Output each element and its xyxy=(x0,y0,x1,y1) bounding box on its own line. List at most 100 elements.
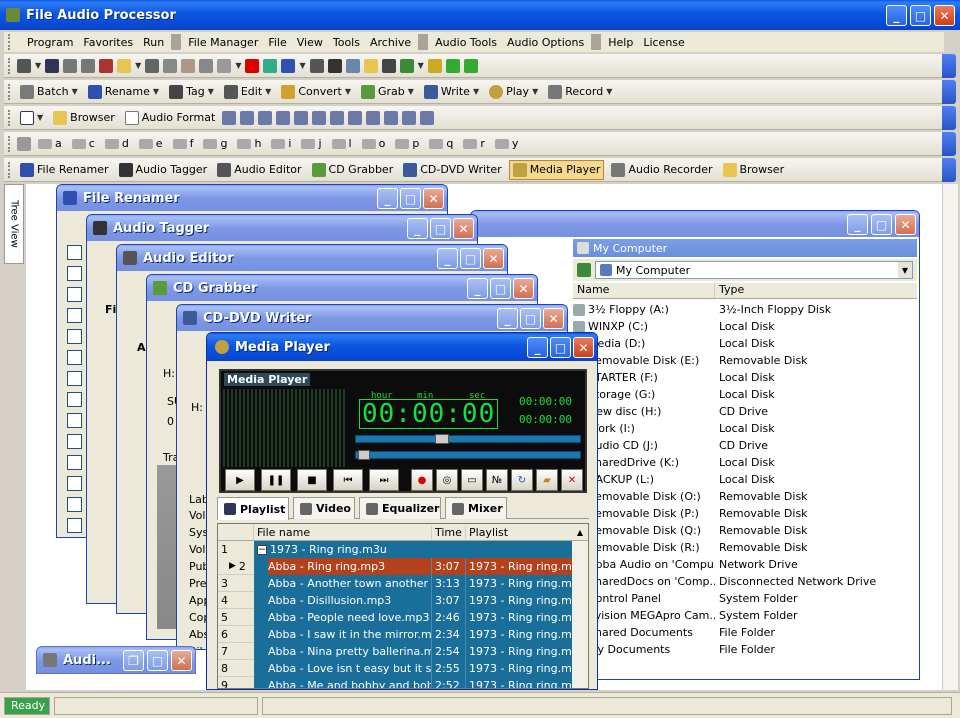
minimize-button[interactable]: _ xyxy=(467,278,488,299)
module-browser-button[interactable]: Browser xyxy=(720,162,788,177)
drive-i-button[interactable]: i xyxy=(268,137,294,150)
tree-icon[interactable] xyxy=(63,58,78,73)
tree-view-tab[interactable]: Tree View xyxy=(4,184,24,264)
playlist-row[interactable]: 3 Abba - Another town another tra...3:131… xyxy=(218,575,588,592)
minimize-button[interactable]: _ xyxy=(886,5,907,26)
volume-thumb[interactable] xyxy=(358,450,370,460)
minimized-window[interactable]: Audi... ❐ □ ✕ xyxy=(36,646,196,674)
cd-icon[interactable]: ◎ xyxy=(436,469,458,491)
renamer-checkbox[interactable] xyxy=(67,308,82,323)
minimize-button[interactable]: _ xyxy=(527,337,548,358)
file-list-item[interactable]: Removable Disk (R:) Removable Disk xyxy=(573,539,917,556)
paste-icon[interactable] xyxy=(181,58,196,73)
folder-view-icon[interactable] xyxy=(363,58,378,73)
menu-item-view[interactable]: View xyxy=(292,36,328,49)
stop-button[interactable]: ■ xyxy=(297,469,327,491)
playlist-scrollbar[interactable] xyxy=(572,541,588,688)
close-button[interactable]: ✕ xyxy=(543,308,564,329)
dots-icon[interactable] xyxy=(99,58,114,73)
shapes-icon[interactable] xyxy=(294,110,309,125)
properties-icon[interactable] xyxy=(217,58,232,73)
batch-button[interactable]: Batch ▼ xyxy=(17,84,81,99)
computer-icon[interactable] xyxy=(17,58,31,73)
maximize-button[interactable]: □ xyxy=(400,188,421,209)
menu-item-run[interactable]: Run xyxy=(138,36,169,49)
copy-icon[interactable] xyxy=(348,110,363,125)
module-file-renamer-button[interactable]: File Renamer xyxy=(17,162,112,177)
renamer-checkbox[interactable] xyxy=(67,287,82,302)
chevron-down-icon[interactable]: ▼ xyxy=(408,87,414,96)
renamer-checkbox[interactable] xyxy=(67,392,82,407)
toolbar-chevron[interactable] xyxy=(942,80,956,104)
binoculars-icon[interactable] xyxy=(327,58,342,73)
playlist-row[interactable]: ▶ 2 Abba - Ring ring.mp3 3:07 1973 - Ring ri… xyxy=(218,558,588,575)
drive-o-button[interactable]: o xyxy=(359,137,389,150)
browser-button[interactable]: Browser xyxy=(50,110,118,125)
maximize-button[interactable]: □ xyxy=(550,337,571,358)
open-folder-icon[interactable]: ▰ xyxy=(536,469,558,491)
chevron-down-icon[interactable]: ▼ xyxy=(265,87,271,96)
file-list-item[interactable]: Work (I:) Local Disk xyxy=(573,420,917,437)
menu-item-help[interactable]: Help xyxy=(603,36,638,49)
play-button[interactable]: ▶ xyxy=(225,469,255,491)
zip-icon[interactable] xyxy=(399,58,414,73)
drive-j-button[interactable]: j xyxy=(298,137,324,150)
menu-item-favorites[interactable]: Favorites xyxy=(78,36,138,49)
playlist-row[interactable]: 4 Abba - Disillusion.mp3 3:07 1973 - Ring r… xyxy=(218,592,588,609)
delete-icon[interactable] xyxy=(245,58,260,73)
minimize-button[interactable]: _ xyxy=(407,218,428,239)
file-list-item[interactable]: SharedDrive (K:) Local Disk xyxy=(573,454,917,471)
renamer-checkbox[interactable] xyxy=(67,266,82,281)
drive-g-button[interactable]: g xyxy=(200,137,230,150)
tab-equalizer[interactable]: Equalizer xyxy=(359,497,441,519)
drive-a-button[interactable]: a xyxy=(35,137,65,150)
find-icon[interactable] xyxy=(381,58,396,73)
drive-e-button[interactable]: e xyxy=(136,137,166,150)
tab-video[interactable]: Video xyxy=(293,497,355,519)
book-icon[interactable]: ▭ xyxy=(461,469,483,491)
file-list-item[interactable]: BACKUP (L:) Local Disk xyxy=(573,471,917,488)
wave-icon[interactable] xyxy=(276,110,291,125)
save-icon[interactable] xyxy=(45,58,60,73)
toolbar-chevron[interactable] xyxy=(942,158,956,182)
file-list-item[interactable]: Abba Audio on 'Compu... Network Drive xyxy=(573,556,917,573)
volume-bar[interactable] xyxy=(355,450,581,460)
renamer-checkbox[interactable] xyxy=(67,518,82,533)
file-list-item[interactable]: Media (D:) Local Disk xyxy=(573,335,917,352)
maximize-button[interactable]: □ xyxy=(490,278,511,299)
module-media-player-button[interactable]: Media Player xyxy=(508,159,605,180)
renamer-checkbox[interactable] xyxy=(67,350,82,365)
chevron-down-icon[interactable]: ▼ xyxy=(473,87,479,96)
playlist-row[interactable]: 9 Abba - Me and bobby and bobb...2:521973… xyxy=(218,677,588,688)
file-list-item[interactable]: Tvision MEGApro Cam... System Folder xyxy=(573,607,917,624)
module-audio-editor-button[interactable]: Audio Editor xyxy=(214,162,304,177)
close-button[interactable]: ✕ xyxy=(171,650,192,671)
toolbar-chevron[interactable] xyxy=(942,54,956,78)
menu-item-program[interactable]: Program xyxy=(22,36,78,49)
duplicate-icon[interactable] xyxy=(199,58,214,73)
new-folder-icon[interactable] xyxy=(117,58,132,73)
drive-f-button[interactable]: f xyxy=(170,137,197,150)
audio-icon[interactable] xyxy=(258,110,273,125)
workspace-scrollbar[interactable] xyxy=(942,184,958,690)
recycle-icon[interactable] xyxy=(263,58,278,73)
menu-item-archive[interactable]: Archive xyxy=(365,36,416,49)
column-type[interactable]: Type xyxy=(715,283,917,298)
renamer-checkbox[interactable] xyxy=(67,245,82,260)
chevron-down-icon[interactable]: ▼ xyxy=(532,87,538,96)
file-list-item[interactable]: WINXP (C:) Local Disk xyxy=(573,318,917,335)
menu-item-audio-tools[interactable]: Audio Tools xyxy=(430,36,502,49)
chevron-down-icon[interactable]: ▼ xyxy=(135,61,141,70)
puzzle-icon[interactable] xyxy=(427,58,442,73)
playlist-row[interactable]: 8 Abba - Love isn t easy but it sur...2:5… xyxy=(218,660,588,677)
menu-item-file-manager[interactable]: File Manager xyxy=(183,36,263,49)
renamer-checkbox[interactable] xyxy=(67,434,82,449)
record-button[interactable]: Record ▼ xyxy=(545,84,615,99)
maximize-button[interactable]: □ xyxy=(871,214,892,235)
module-audio-recorder-button[interactable]: Audio Recorder xyxy=(608,162,715,177)
file-list-item[interactable]: STARTER (F:) Local Disk xyxy=(573,369,917,386)
go-icon[interactable] xyxy=(577,263,591,277)
chevron-down-icon[interactable]: ▼ xyxy=(35,61,41,70)
file-list-item[interactable]: Audio CD (J:) CD Drive xyxy=(573,437,917,454)
file-list-item[interactable]: Removable Disk (Q:) Removable Disk xyxy=(573,522,917,539)
